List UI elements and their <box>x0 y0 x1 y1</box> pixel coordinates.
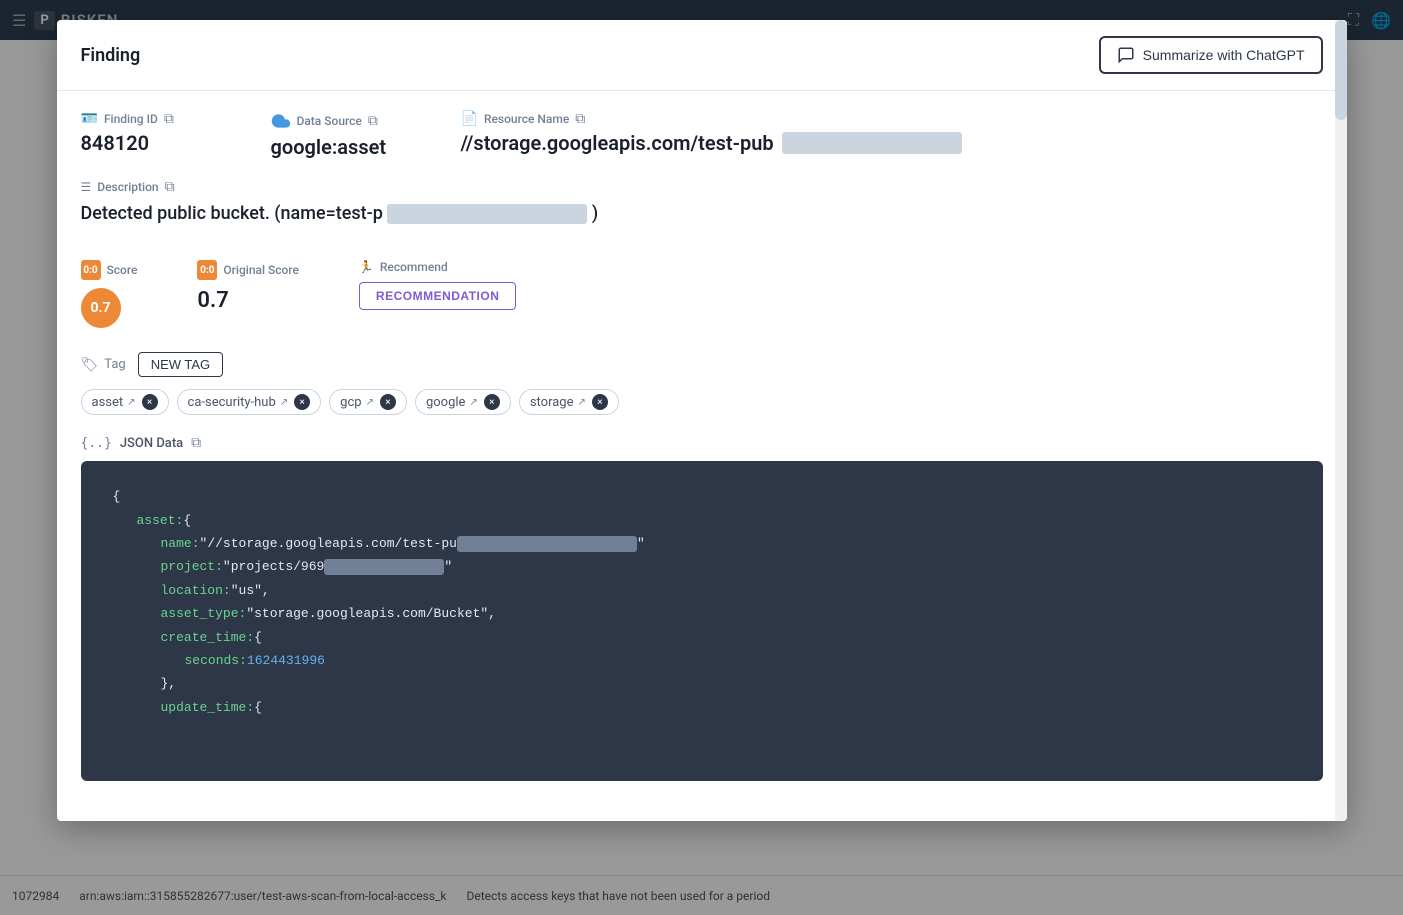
json-icon: {..} <box>81 436 112 451</box>
tag-name-gcp: gcp <box>340 395 361 410</box>
runner-icon: 🏃 <box>359 260 374 274</box>
modal-title: Finding <box>81 45 141 66</box>
json-line-1: { <box>113 485 1291 508</box>
resource-name-label: 📄 Resource Name ⧉ <box>461 111 1323 127</box>
scroll-thumb[interactable] <box>1335 20 1347 120</box>
json-section: {..} JSON Data ⧉ { asset:{ name:"//stora… <box>81 435 1323 781</box>
score-row: 0:0 Score 0.7 0:0 Original Score 0.7 <box>81 260 1323 328</box>
tag-name-storage: storage <box>530 395 574 410</box>
cloud-icon <box>271 111 291 131</box>
json-line-9: }, <box>161 672 1291 695</box>
finding-modal: Finding Summarize with ChatGPT 🪪 Finding… <box>57 20 1347 821</box>
finding-id-number: 848120 <box>81 131 150 155</box>
tag-chip-storage: storage ↗ × <box>519 389 619 415</box>
finding-id-value: 848120 <box>81 131 231 155</box>
copy-resource-icon[interactable]: ⧉ <box>575 111 585 127</box>
copy-finding-id-icon[interactable]: ⧉ <box>164 111 174 127</box>
score-label: 0:0 Score <box>81 260 138 280</box>
resource-name-field: 📄 Resource Name ⧉ //storage.googleapis.c… <box>461 111 1323 159</box>
modal-content[interactable]: 🪪 Finding ID ⧉ 848120 Data Source <box>57 91 1347 821</box>
copy-json-icon[interactable]: ⧉ <box>191 435 201 451</box>
id-icon: 🪪 <box>81 111 98 127</box>
json-label: {..} JSON Data ⧉ <box>81 435 1323 451</box>
json-line-10: update_time:{ <box>161 696 1291 719</box>
original-score-icon: 0:0 <box>197 260 217 280</box>
data-source-text: google:asset <box>271 135 387 159</box>
original-score-label: 0:0 Original Score <box>197 260 299 280</box>
resource-icon: 📄 <box>461 111 478 127</box>
description-close-paren: ) <box>592 203 598 224</box>
metadata-row: 🪪 Finding ID ⧉ 848120 Data Source <box>81 111 1323 159</box>
json-name-redacted <box>457 536 637 552</box>
recommend-label: 🏃 Recommend <box>359 260 516 274</box>
score-field: 0:0 Score 0.7 <box>81 260 138 328</box>
resource-name-redacted <box>782 132 962 154</box>
tag-remove-gcp[interactable]: × <box>380 394 396 410</box>
tag-icon: 🏷 <box>81 357 99 373</box>
tag-name-ca: ca-security-hub <box>188 395 276 410</box>
tag-chip-gcp: gcp ↗ × <box>329 389 407 415</box>
json-line-2: asset:{ <box>137 509 1291 532</box>
description-text: Detected public bucket. (name=test-p <box>81 203 383 224</box>
score-icon: 0:0 <box>81 260 101 280</box>
scroll-track[interactable] <box>1335 20 1347 821</box>
tag-row: 🏷 Tag NEW TAG <box>81 352 1323 377</box>
summarize-button[interactable]: Summarize with ChatGPT <box>1099 36 1323 74</box>
tag-label: 🏷 Tag <box>81 357 126 373</box>
tags-list: asset ↗ × ca-security-hub ↗ × gcp ↗ × <box>81 389 1323 415</box>
original-score-value: 0.7 <box>197 288 299 313</box>
chat-icon <box>1117 46 1135 64</box>
data-source-label: Data Source ⧉ <box>271 111 421 131</box>
tag-remove-ca[interactable]: × <box>294 394 310 410</box>
modal-overlay: Finding Summarize with ChatGPT 🪪 Finding… <box>0 0 1403 915</box>
description-section: ☰ Description ⧉ Detected public bucket. … <box>81 179 1323 240</box>
tag-remove-storage[interactable]: × <box>592 394 608 410</box>
resource-name-value: //storage.googleapis.com/test-pub <box>461 131 1323 155</box>
original-score-field: 0:0 Original Score 0.7 <box>197 260 299 313</box>
tag-chip-asset: asset ↗ × <box>81 389 169 415</box>
tag-name-google: google <box>426 395 465 410</box>
tag-link-google[interactable]: ↗ <box>469 397 477 408</box>
modal-header: Finding Summarize with ChatGPT <box>57 20 1347 91</box>
json-line-6: asset_type:"storage.googleapis.com/Bucke… <box>161 602 1291 625</box>
finding-id-label: 🪪 Finding ID ⧉ <box>81 111 231 127</box>
recommendation-button[interactable]: RECOMMENDATION <box>359 282 516 310</box>
tag-chip-ca-security-hub: ca-security-hub ↗ × <box>177 389 322 415</box>
score-value: 0.7 <box>90 300 110 316</box>
json-line-7: create_time:{ <box>161 626 1291 649</box>
description-redacted <box>387 204 587 224</box>
resource-name-text: //storage.googleapis.com/test-pub <box>461 131 774 155</box>
data-source-field: Data Source ⧉ google:asset <box>271 111 421 159</box>
data-source-value: google:asset <box>271 135 421 159</box>
json-line-4: project:"projects/969" <box>161 555 1291 578</box>
tag-chip-google: google ↗ × <box>415 389 511 415</box>
tag-remove-google[interactable]: × <box>484 394 500 410</box>
json-project-redacted <box>324 559 444 575</box>
tag-link-asset[interactable]: ↗ <box>127 397 135 408</box>
description-icon: ☰ <box>81 180 92 194</box>
tag-remove-asset[interactable]: × <box>142 394 158 410</box>
summarize-label: Summarize with ChatGPT <box>1143 47 1305 63</box>
copy-description-icon[interactable]: ⧉ <box>165 179 175 195</box>
tag-link-gcp[interactable]: ↗ <box>366 397 374 408</box>
tag-link-ca[interactable]: ↗ <box>280 397 288 408</box>
tag-section: 🏷 Tag NEW TAG asset ↗ × ca-security-hub <box>81 352 1323 415</box>
json-block: { asset:{ name:"//storage.googleapis.com… <box>81 461 1323 781</box>
finding-id-field: 🪪 Finding ID ⧉ 848120 <box>81 111 231 159</box>
tag-link-storage[interactable]: ↗ <box>578 397 586 408</box>
score-badge: 0.7 <box>81 288 121 328</box>
json-line-3: name:"//storage.googleapis.com/test-pu" <box>161 532 1291 555</box>
json-line-5: location:"us", <box>161 579 1291 602</box>
json-line-8: seconds:1624431996 <box>185 649 1291 672</box>
tag-name-asset: asset <box>92 395 124 410</box>
new-tag-button[interactable]: NEW TAG <box>138 352 223 377</box>
description-label: ☰ Description ⧉ <box>81 179 1323 195</box>
description-value: Detected public bucket. (name=test-p ) <box>81 203 1323 224</box>
recommend-field: 🏃 Recommend RECOMMENDATION <box>359 260 516 310</box>
copy-data-source-icon[interactable]: ⧉ <box>368 113 378 129</box>
